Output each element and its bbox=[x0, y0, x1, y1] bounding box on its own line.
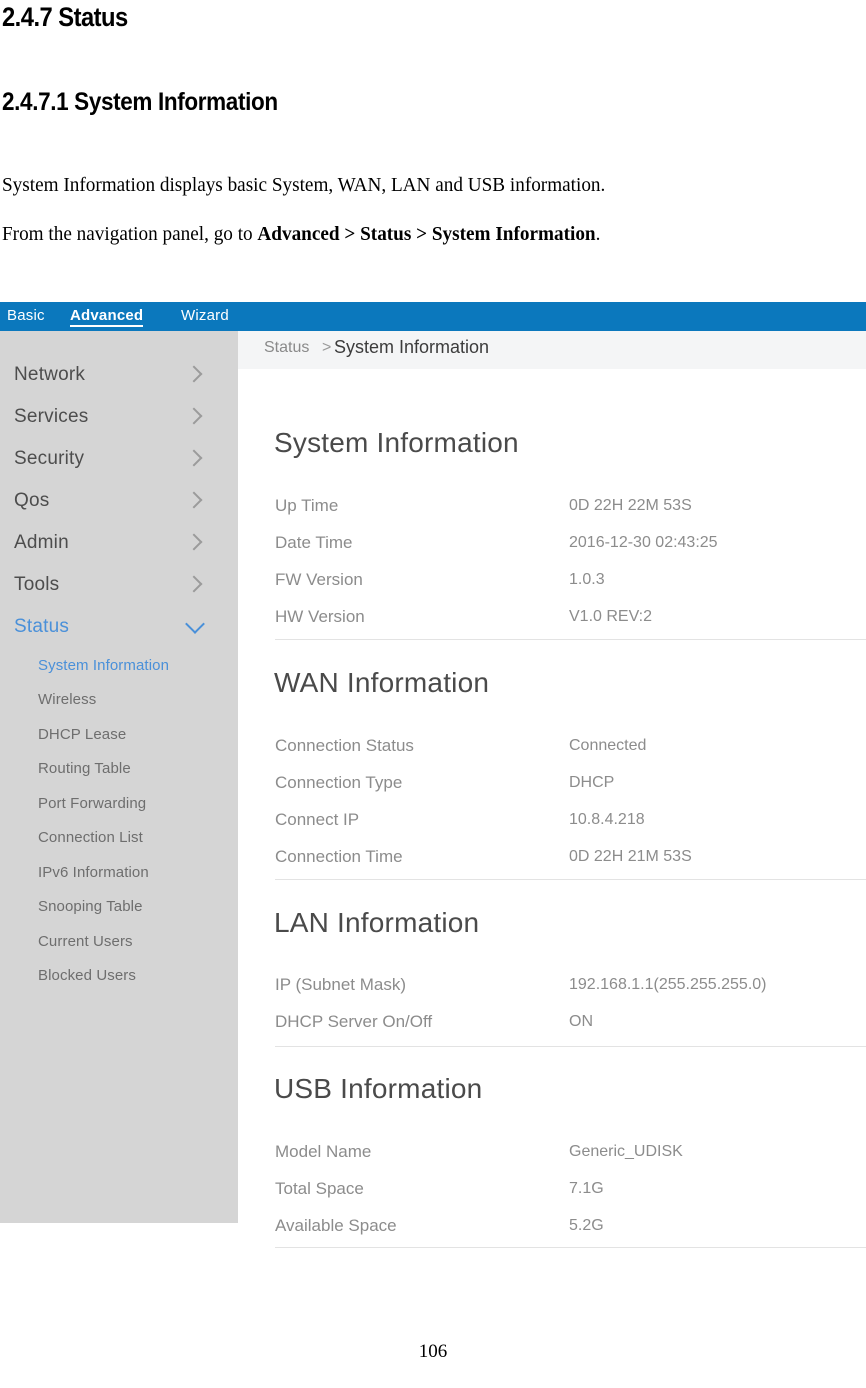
main-content: Status > System Information System Infor… bbox=[238, 331, 866, 1248]
sidebar-subitem-label: Blocked Users bbox=[38, 967, 137, 984]
paragraph-suffix: . bbox=[595, 223, 601, 245]
sidebar-subitem-dhcp-lease[interactable]: DHCP Lease bbox=[0, 720, 238, 754]
sidebar-subitem-port-forwarding[interactable]: Port Forwarding bbox=[0, 789, 238, 823]
sidebar-item-label: Admin bbox=[14, 532, 69, 553]
row-value: 0D 22H 22M 53S bbox=[569, 497, 692, 514]
row-label: Available Space bbox=[275, 1216, 397, 1235]
sidebar-subitem-label: Connection List bbox=[38, 829, 143, 846]
sidebar-item-status[interactable]: Status bbox=[0, 607, 238, 649]
sidebar-item-label: Security bbox=[14, 448, 85, 469]
section-heading: 2.4.7.1 System Information bbox=[2, 88, 278, 116]
sidebar-item-label: Services bbox=[14, 406, 89, 427]
section-title-system-information: System Information bbox=[274, 427, 519, 458]
chevron-right-icon bbox=[185, 533, 203, 551]
section-title-usb-information: USB Information bbox=[274, 1073, 483, 1104]
sidebar-subitem-blocked-users[interactable]: Blocked Users bbox=[0, 961, 238, 995]
body-paragraph-2: From the navigation panel, go to Advance… bbox=[2, 223, 600, 246]
sidebar-subitem-label: IPv6 Information bbox=[38, 864, 149, 881]
sidebar-item-admin[interactable]: Admin bbox=[0, 523, 238, 565]
chevron-down-icon bbox=[185, 614, 205, 634]
section-divider bbox=[275, 879, 866, 880]
chevron-right-icon bbox=[185, 575, 203, 593]
breadcrumb-current: System Information bbox=[334, 337, 490, 357]
row-label: Up Time bbox=[275, 496, 339, 515]
row-label: Connection Type bbox=[275, 773, 403, 792]
navigation-path: Advanced > Status > System Information bbox=[257, 223, 596, 245]
router-admin-screenshot: Basic Advanced Wizard Network Services S… bbox=[0, 302, 866, 1248]
row-value: Generic_UDISK bbox=[569, 1143, 683, 1160]
body-paragraph-1: System Information displays basic System… bbox=[2, 174, 606, 196]
row-value: Connected bbox=[569, 737, 647, 754]
chevron-right-icon bbox=[185, 449, 203, 467]
sidebar-subitem-system-information[interactable]: System Information bbox=[0, 651, 238, 685]
row-label: DHCP Server On/Off bbox=[275, 1012, 433, 1031]
sidebar-item-label: Network bbox=[14, 364, 86, 385]
sidebar-subitem-label: Wireless bbox=[38, 691, 97, 708]
row-value: 10.8.4.218 bbox=[569, 811, 645, 828]
breadcrumb: Status > System Information bbox=[238, 331, 866, 369]
row-value: 192.168.1.1(255.255.255.0) bbox=[569, 976, 767, 993]
row-label: Connect IP bbox=[275, 810, 360, 829]
section-divider bbox=[275, 1046, 866, 1047]
sidebar-subitem-label: Routing Table bbox=[38, 760, 131, 777]
sidebar-item-services[interactable]: Services bbox=[0, 397, 238, 439]
sidebar-item-label: Tools bbox=[14, 574, 60, 595]
row-label: FW Version bbox=[275, 570, 363, 589]
section-divider bbox=[275, 639, 866, 640]
sidebar-subitem-wireless[interactable]: Wireless bbox=[0, 685, 238, 719]
sidebar-subitem-routing-table[interactable]: Routing Table bbox=[0, 754, 238, 788]
tab-advanced[interactable]: Advanced bbox=[70, 307, 144, 327]
row-value: ON bbox=[569, 1013, 593, 1030]
sidebar-subitem-label: Snooping Table bbox=[38, 898, 143, 915]
row-value: 0D 22H 21M 53S bbox=[569, 848, 692, 865]
row-value: 7.1G bbox=[569, 1180, 604, 1197]
sidebar-subitem-label: Current Users bbox=[38, 933, 133, 950]
sidebar-subitem-ipv6-information[interactable]: IPv6 Information bbox=[0, 858, 238, 892]
row-value: 1.0.3 bbox=[569, 571, 605, 588]
page-number: 106 bbox=[418, 1341, 448, 1362]
section-divider bbox=[275, 1247, 866, 1248]
row-value: 5.2G bbox=[569, 1217, 604, 1234]
row-label: HW Version bbox=[275, 607, 365, 626]
sidebar-subitem-snooping-table[interactable]: Snooping Table bbox=[0, 892, 238, 926]
row-value: DHCP bbox=[569, 774, 615, 791]
sidebar-subitem-label: DHCP Lease bbox=[38, 726, 127, 743]
row-value: V1.0 REV:2 bbox=[569, 608, 653, 625]
tab-basic[interactable]: Basic bbox=[7, 307, 45, 324]
top-navigation-bar: Basic Advanced Wizard bbox=[0, 302, 866, 331]
section-title-lan-information: LAN Information bbox=[274, 907, 480, 938]
row-label: Connection Time bbox=[275, 847, 403, 866]
paragraph-prefix: From the navigation panel, go to bbox=[2, 223, 258, 245]
sidebar-navigation: Network Services Security Qos Admin Tool… bbox=[0, 331, 238, 1223]
sidebar-item-label: Status bbox=[14, 616, 70, 637]
row-label: Model Name bbox=[275, 1142, 372, 1161]
row-label: Date Time bbox=[275, 533, 353, 552]
chevron-right-icon bbox=[185, 365, 203, 383]
tab-wizard[interactable]: Wizard bbox=[181, 307, 229, 324]
chevron-right-icon bbox=[185, 491, 203, 509]
row-label: IP (Subnet Mask) bbox=[275, 975, 407, 994]
sidebar-item-qos[interactable]: Qos bbox=[0, 481, 238, 523]
sidebar-subitem-label: Port Forwarding bbox=[38, 795, 147, 812]
row-label: Connection Status bbox=[275, 736, 414, 755]
page-title: 2.4.7 Status bbox=[2, 2, 128, 32]
breadcrumb-parent[interactable]: Status bbox=[264, 339, 309, 357]
row-label: Total Space bbox=[275, 1179, 364, 1198]
sidebar-subitem-label: System Information bbox=[38, 657, 170, 674]
breadcrumb-separator: > bbox=[322, 339, 332, 356]
sidebar-subitem-current-users[interactable]: Current Users bbox=[0, 927, 238, 961]
sidebar-item-security[interactable]: Security bbox=[0, 439, 238, 481]
chevron-right-icon bbox=[185, 407, 203, 425]
row-value: 2016-12-30 02:43:25 bbox=[569, 534, 718, 551]
sidebar-item-tools[interactable]: Tools bbox=[0, 565, 238, 607]
section-title-wan-information: WAN Information bbox=[274, 667, 490, 698]
sidebar-item-network[interactable]: Network bbox=[0, 355, 238, 397]
sidebar-subitem-connection-list[interactable]: Connection List bbox=[0, 823, 238, 857]
sidebar-item-label: Qos bbox=[14, 490, 50, 511]
